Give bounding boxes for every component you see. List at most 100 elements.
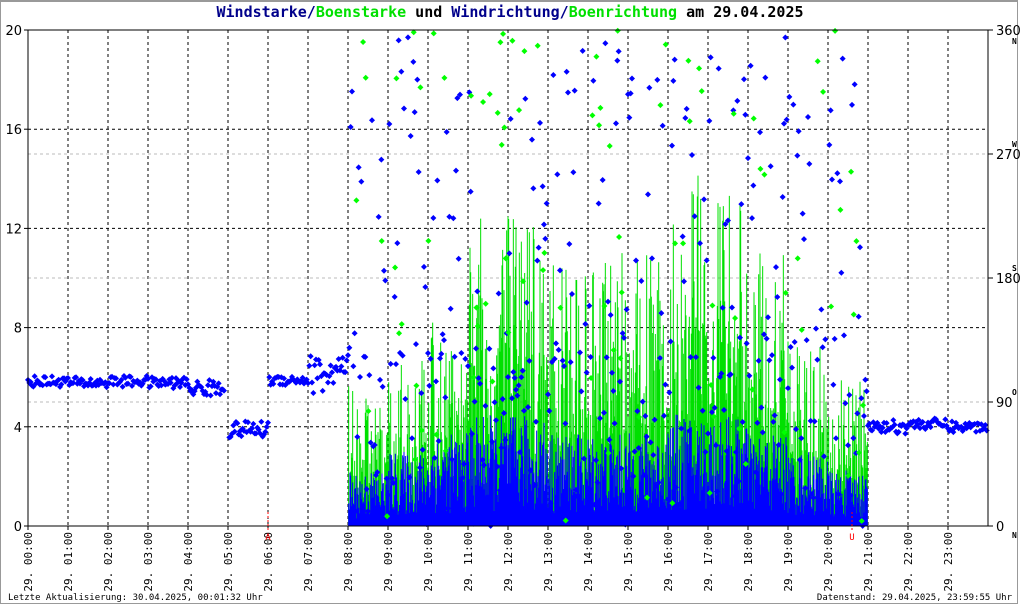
direction-point [550,71,557,78]
gust-direction-point [696,65,703,72]
x-tick-label: 29. 21:00 [862,532,875,592]
gust-direction-point [497,39,504,46]
sun-marker-label: A [265,533,271,543]
direction-point [582,321,589,328]
direction-point [402,395,409,402]
gust-direction-point [486,91,493,98]
direction-point [854,410,861,417]
direction-point [330,379,337,386]
direction-point [771,412,778,419]
gust-direction-point [832,27,839,34]
direction-point [563,68,570,75]
gust-direction-point [430,30,437,37]
direction-point [822,336,829,343]
direction-point [862,376,869,383]
direction-point [394,240,401,247]
gust-direction-point [596,122,603,129]
direction-point [811,418,818,425]
direction-point [507,115,514,122]
sun-marker-label: U [849,533,854,543]
gust-direction-point [597,104,604,111]
gust-direction-point [396,330,403,337]
direction-point [467,188,474,195]
x-tick-label: 29. 17:00 [702,532,715,592]
gust-direction-point [541,249,548,256]
gust-direction-point [761,171,768,178]
direction-point [842,400,849,407]
direction-point [595,200,602,207]
direction-point [599,176,606,183]
direction-point [682,115,689,122]
y-tick-label-left: 20 [5,24,22,39]
direction-point [659,122,666,129]
direction-point [319,387,326,394]
direction-point [311,362,318,369]
direction-point [633,257,639,264]
direction-point [375,213,382,220]
direction-point [738,201,745,208]
direction-point [378,156,385,163]
direction-point [443,128,450,135]
gust-direction-point [814,58,821,65]
direction-point [607,312,614,319]
direction-point [567,359,574,366]
gust-direction-point [360,39,367,46]
direction-point [818,306,825,313]
direction-point [942,416,949,423]
direction-point [537,119,543,126]
direction-point [570,169,577,176]
direction-point [433,378,439,385]
direction-point [379,383,386,390]
direction-point [654,76,661,83]
gust-direction-point [680,240,687,247]
direction-point [629,75,635,82]
gust-direction-point [685,57,692,64]
direction-point [670,77,677,84]
gust-direction-point [837,206,844,213]
direction-point [715,65,722,72]
direction-point [757,129,763,136]
direction-point [207,392,214,399]
direction-point [773,264,779,271]
gust-direction-point [709,302,716,309]
direction-point [495,290,502,297]
direction-point [410,58,417,65]
direction-point [407,132,414,139]
direction-point [645,191,651,198]
gust-direction-point [618,289,625,296]
direction-point [639,398,646,405]
direction-point [649,255,655,262]
x-tick-label: 29. 10:00 [422,532,435,592]
direction-point [458,349,465,356]
direction-point [447,305,454,312]
direction-point [355,164,362,171]
y-tick-label-right: 180 [996,272,1020,287]
direction-point [391,293,398,300]
direction-point [522,95,529,102]
gust-direction-point [794,255,801,262]
direction-point [306,362,313,369]
x-tick-label: 29. 08:00 [342,532,355,592]
compass-label: W [1012,140,1017,149]
direction-point [623,306,630,313]
direction-point [395,37,402,44]
x-tick-label: 29. 19:00 [782,532,795,592]
direction-point [349,88,355,95]
y-tick-label-left: 8 [14,322,22,337]
direction-point [490,365,497,372]
direction-point [710,354,717,361]
direction-point [386,121,393,128]
gust-direction-point [417,84,424,91]
direction-point [398,68,405,75]
direction-point [666,389,673,396]
y-tick-label-left: 0 [14,520,22,535]
direction-point [405,34,411,41]
direction-point [851,81,858,88]
x-tick-label: 29. 12:00 [502,532,515,592]
direction-point [310,390,317,397]
x-tick-label: 29. 04:00 [182,532,195,592]
gust-direction-point [606,143,613,150]
direction-point [482,402,489,409]
direction-point [683,105,690,112]
gust-direction-point [393,75,400,82]
